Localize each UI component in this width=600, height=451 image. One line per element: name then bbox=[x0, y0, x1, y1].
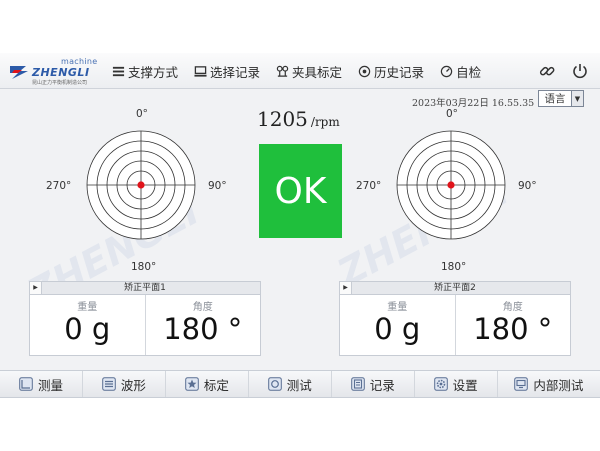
imbalance-point bbox=[137, 181, 145, 189]
tab-label: 设置 bbox=[452, 377, 478, 393]
language-label: 语言 bbox=[544, 93, 566, 105]
nav-label: 选择记录 bbox=[210, 64, 261, 80]
tab-record[interactable]: 记录 bbox=[332, 371, 415, 397]
angle-label: 角度 bbox=[192, 302, 213, 313]
panel-title: 矫正平面2 bbox=[434, 283, 476, 293]
weight-value: 0 g bbox=[374, 312, 421, 346]
top-bar: machine ZHENGLI 昆山正力平衡机制造公司 支撑方式 选择记录 夹具… bbox=[0, 53, 600, 89]
list-icon bbox=[112, 66, 125, 76]
fixture-icon bbox=[276, 65, 289, 77]
history-icon bbox=[358, 65, 371, 77]
tab-waveform[interactable]: 波形 bbox=[83, 371, 166, 397]
tab-label: 测量 bbox=[37, 377, 63, 393]
weight-label: 重量 bbox=[77, 302, 98, 313]
result-indicator: OK bbox=[259, 144, 342, 238]
panel-title: 矫正平面1 bbox=[124, 283, 166, 293]
self-check-icon bbox=[440, 65, 453, 77]
monitor-icon bbox=[194, 65, 207, 77]
chevron-down-icon: ▼ bbox=[571, 91, 583, 106]
nav-history[interactable]: 历史记录 bbox=[358, 62, 424, 81]
angle-value: 180 ° bbox=[473, 312, 553, 346]
polar-left-label-270: 270° bbox=[46, 180, 72, 192]
tab-measure[interactable]: 测量 bbox=[0, 371, 83, 397]
tab-calibration[interactable]: 标定 bbox=[166, 371, 249, 397]
polar-grid bbox=[396, 130, 506, 240]
polar-left-label-0: 0° bbox=[136, 108, 148, 120]
link-icon bbox=[539, 66, 555, 76]
imbalance-point bbox=[447, 181, 455, 189]
tab-test[interactable]: 测试 bbox=[249, 371, 332, 397]
power-button[interactable] bbox=[569, 60, 591, 82]
logo-machine-text: machine bbox=[61, 57, 98, 66]
polar-right-label-90: 90° bbox=[518, 180, 537, 192]
tab-label: 记录 bbox=[369, 377, 395, 393]
waveform-icon bbox=[102, 377, 116, 391]
bottom-nav: 测量 波形 标定 测试 记录 设置 内部测试 bbox=[0, 370, 600, 397]
company-logo: machine ZHENGLI 昆山正力平衡机制造公司 bbox=[8, 57, 98, 87]
panel-body: 重量 0 g 角度 180 ° bbox=[30, 295, 260, 355]
nav-label: 夹具标定 bbox=[292, 64, 343, 80]
weight-value: 0 g bbox=[64, 312, 111, 346]
gear-icon bbox=[433, 377, 448, 391]
tab-label: 波形 bbox=[120, 377, 146, 393]
tab-label: 标定 bbox=[203, 377, 229, 393]
polar-left-label-180: 180° bbox=[131, 261, 157, 273]
logo-mark-icon bbox=[10, 66, 28, 79]
expand-icon[interactable]: ▶ bbox=[340, 282, 352, 294]
panel-header: ▶ 矫正平面2 bbox=[340, 282, 570, 295]
top-nav: 支撑方式 选择记录 夹具标定 历史记录 自检 bbox=[112, 53, 481, 89]
link-button[interactable] bbox=[536, 60, 558, 82]
nav-label: 支撑方式 bbox=[128, 64, 179, 80]
polar-left-label-90: 90° bbox=[208, 180, 227, 192]
angle-value: 180 ° bbox=[163, 312, 243, 346]
polar-right-label-0: 0° bbox=[446, 108, 458, 120]
test-icon bbox=[267, 377, 282, 391]
datetime-display: 2023年03月22日 16.55.35 bbox=[412, 98, 535, 109]
weight-cell: 重量 0 g bbox=[340, 295, 455, 355]
speed-value: 1205 bbox=[257, 107, 308, 131]
polar-grid bbox=[86, 130, 196, 240]
correction-plane-2: ▶ 矫正平面2 重量 0 g 角度 180 ° bbox=[339, 281, 571, 356]
angle-label: 角度 bbox=[502, 302, 523, 313]
correction-plane-1: ▶ 矫正平面1 重量 0 g 角度 180 ° bbox=[29, 281, 261, 356]
polar-right-label-180: 180° bbox=[441, 261, 467, 273]
expand-icon[interactable]: ▶ bbox=[30, 282, 42, 294]
polar-plot-left bbox=[86, 130, 196, 240]
nav-fixture-calibration[interactable]: 夹具标定 bbox=[276, 62, 342, 81]
logo-wordmark: ZHENGLI bbox=[32, 66, 90, 79]
tab-label: 测试 bbox=[286, 377, 312, 393]
measure-icon bbox=[19, 377, 33, 391]
nav-support-mode[interactable]: 支撑方式 bbox=[112, 62, 178, 81]
polar-right-label-270: 270° bbox=[356, 180, 382, 192]
record-icon bbox=[350, 377, 365, 391]
panel-header: ▶ 矫正平面1 bbox=[30, 282, 260, 295]
star-icon bbox=[185, 377, 199, 391]
weight-label: 重量 bbox=[387, 302, 408, 313]
angle-cell: 角度 180 ° bbox=[144, 295, 261, 355]
language-select[interactable]: 语言 ▼ bbox=[538, 90, 584, 107]
nav-label: 自检 bbox=[456, 64, 482, 80]
internal-test-icon bbox=[514, 377, 529, 391]
angle-cell: 角度 180 ° bbox=[454, 295, 571, 355]
nav-self-check[interactable]: 自检 bbox=[440, 62, 481, 81]
tab-settings[interactable]: 设置 bbox=[415, 371, 498, 397]
nav-label: 历史记录 bbox=[374, 64, 425, 80]
tab-internal-test[interactable]: 内部测试 bbox=[498, 371, 600, 397]
power-icon bbox=[573, 64, 587, 79]
polar-plot-right bbox=[396, 130, 506, 240]
speed-unit: /rpm bbox=[310, 115, 340, 129]
logo-subtitle: 昆山正力平衡机制造公司 bbox=[32, 80, 88, 86]
panel-body: 重量 0 g 角度 180 ° bbox=[340, 295, 570, 355]
tab-label: 内部测试 bbox=[533, 377, 584, 393]
nav-select-record[interactable]: 选择记录 bbox=[194, 62, 260, 81]
speed-readout: 1205/rpm bbox=[257, 107, 340, 131]
weight-cell: 重量 0 g bbox=[30, 295, 145, 355]
